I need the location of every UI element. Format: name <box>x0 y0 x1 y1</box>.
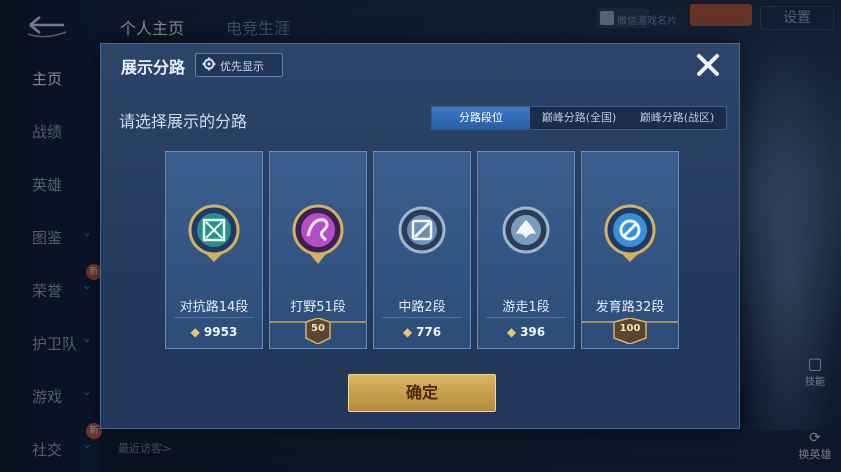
lane-card-label: 游走1段 <box>502 300 550 315</box>
lane-card-clash[interactable]: 对抗路14段 ◆ 9953 <box>165 151 263 349</box>
dialog-title: 展示分路 <box>121 58 186 77</box>
star-count: 50 <box>311 323 325 334</box>
star-count: 100 <box>619 323 641 334</box>
lane-card-label: 发育路32段 <box>595 300 665 315</box>
gem-icon: ◆ <box>190 325 200 339</box>
priority-display-button[interactable]: 优先显示 <box>195 53 283 77</box>
gem-icon: ◆ <box>506 325 517 339</box>
close-icon[interactable] <box>691 48 725 82</box>
mid-lane-icon <box>398 206 446 254</box>
lane-card-label: 中路2段 <box>398 300 446 315</box>
tab-lane-rank[interactable]: 分路段位 <box>432 107 530 129</box>
divider <box>486 317 566 318</box>
lane-display-dialog: 展示分路 优先显示 请选择展示的分路 分路段位 巅峰分路(全国) 巅峰分路(战区… <box>100 43 740 429</box>
divider <box>174 317 254 318</box>
tab-peak-lane-region[interactable]: 巅峰分路(战区) <box>628 107 726 129</box>
confirm-button[interactable]: 确定 <box>348 374 496 412</box>
clash-lane-icon <box>188 204 240 262</box>
farm-lane-icon <box>604 204 656 262</box>
lane-card-label: 对抗路14段 <box>179 300 249 315</box>
lane-card-mid[interactable]: 中路2段 ◆ 776 <box>373 151 471 349</box>
lane-card-roam[interactable]: 游走1段 ◆ 396 <box>477 151 575 349</box>
jungle-icon <box>292 204 344 264</box>
dialog-subtitle: 请选择展示的分路 <box>119 112 248 131</box>
lane-card-farm[interactable]: 发育路32段 100 <box>581 151 679 349</box>
gem-icon: ◆ <box>402 325 413 339</box>
dialog-header: 展示分路 优先显示 <box>101 44 739 84</box>
lane-card-points: ◆ 776 <box>402 325 442 339</box>
lane-cards: 对抗路14段 ◆ 9953 打野51段 50 中路2段 ◆ 776 游走1段 ◆… <box>165 151 679 349</box>
gear-icon <box>202 57 216 71</box>
lane-card-points: ◆ 396 <box>506 325 546 339</box>
lane-card-label: 打野51段 <box>290 300 346 315</box>
divider <box>382 317 462 318</box>
lane-card-points: ◆ 9953 <box>190 325 238 339</box>
lane-tabs: 分路段位 巅峰分路(全国) 巅峰分路(战区) <box>431 106 727 130</box>
roam-icon <box>502 206 550 254</box>
tab-peak-lane-national[interactable]: 巅峰分路(全国) <box>530 107 628 129</box>
lane-card-jungle[interactable]: 打野51段 50 <box>269 151 367 349</box>
